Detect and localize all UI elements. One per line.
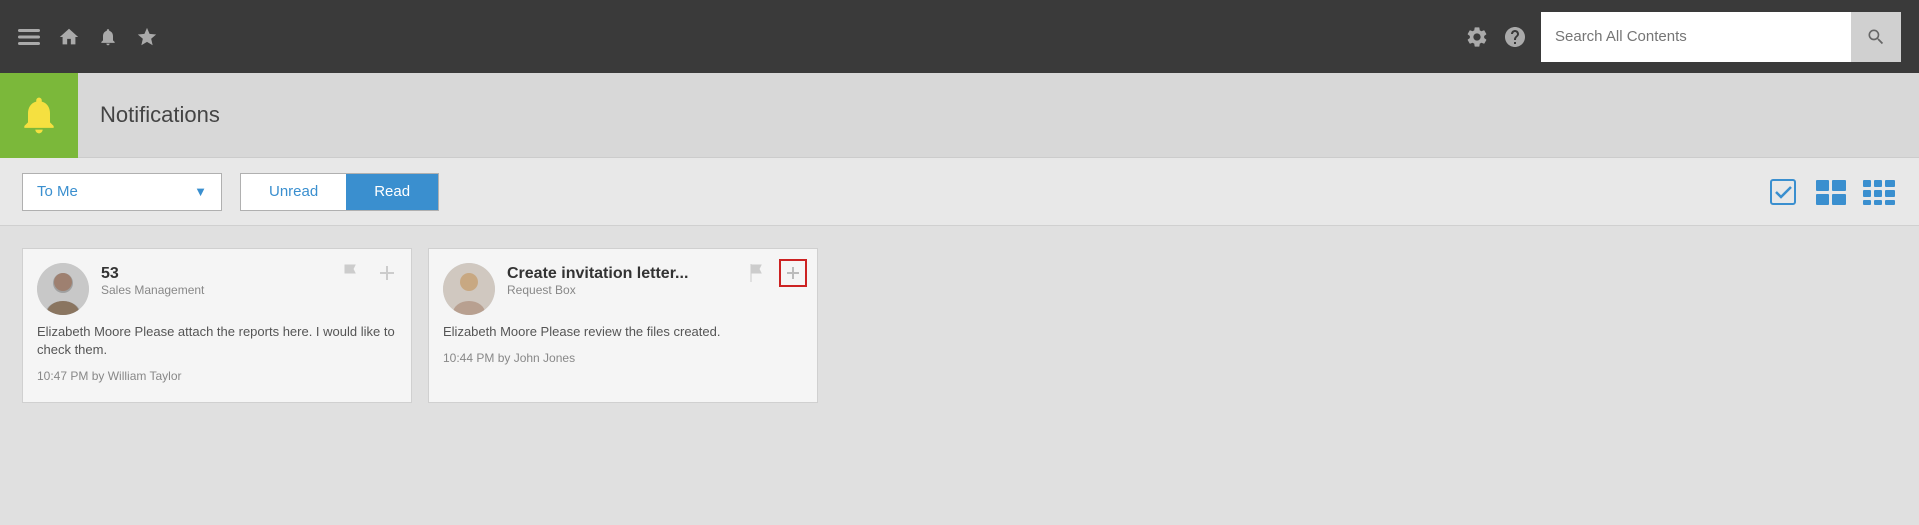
page-header: Notifications <box>0 73 1919 158</box>
menu-icon[interactable] <box>18 29 40 45</box>
card-2-avatar <box>443 263 495 315</box>
compact-view-icon[interactable] <box>1813 174 1849 210</box>
card-2-title-area: Create invitation letter... Request Box <box>507 263 688 297</box>
settings-gear-icon[interactable] <box>1465 25 1489 49</box>
card-2-footer: 10:44 PM by John Jones <box>443 351 803 365</box>
card-2-flag-button[interactable] <box>743 259 771 287</box>
select-all-checkbox-icon[interactable] <box>1765 174 1801 210</box>
card-1-title: 53 <box>101 265 204 283</box>
search-button[interactable] <box>1851 12 1901 62</box>
search-input[interactable] <box>1541 12 1851 62</box>
card-1-flag-button[interactable] <box>337 259 365 287</box>
search-bar <box>1541 12 1901 62</box>
chevron-down-icon: ▼ <box>194 184 207 199</box>
help-icon[interactable] <box>1503 25 1527 49</box>
tab-read[interactable]: Read <box>346 174 438 210</box>
filter-label: To Me <box>37 183 78 200</box>
card-2-add-button[interactable] <box>779 259 807 287</box>
card-2-body: Elizabeth Moore Please review the files … <box>443 323 803 341</box>
card-1-body: Elizabeth Moore Please attach the report… <box>37 323 397 359</box>
home-icon[interactable] <box>58 26 80 48</box>
cards-area: 53 Sales Management Elizabeth Moore Plea… <box>0 226 1919 425</box>
favorites-star-icon[interactable] <box>136 26 158 48</box>
tab-group: Unread Read <box>240 173 439 211</box>
tab-unread[interactable]: Unread <box>241 174 346 210</box>
notification-card-2: Create invitation letter... Request Box … <box>428 248 818 403</box>
page-title: Notifications <box>100 102 220 128</box>
notifications-bell-icon[interactable] <box>98 26 118 48</box>
card-2-title: Create invitation letter... <box>507 265 688 283</box>
grid-view-icon[interactable] <box>1861 174 1897 210</box>
filter-dropdown[interactable]: To Me ▼ <box>22 173 222 211</box>
card-2-actions <box>743 259 807 287</box>
bell-icon-wrap <box>0 73 78 158</box>
notification-card-1: 53 Sales Management Elizabeth Moore Plea… <box>22 248 412 403</box>
card-1-title-area: 53 Sales Management <box>101 263 204 297</box>
view-controls <box>1765 174 1897 210</box>
card-1-footer: 10:47 PM by William Taylor <box>37 369 397 383</box>
card-1-actions <box>337 259 401 287</box>
navbar <box>0 0 1919 73</box>
card-1-add-button[interactable] <box>373 259 401 287</box>
card-1-subtitle: Sales Management <box>101 283 204 297</box>
card-1-avatar <box>37 263 89 315</box>
navbar-right <box>1465 12 1901 62</box>
card-2-subtitle: Request Box <box>507 283 688 297</box>
toolbar: To Me ▼ Unread Read <box>0 158 1919 226</box>
